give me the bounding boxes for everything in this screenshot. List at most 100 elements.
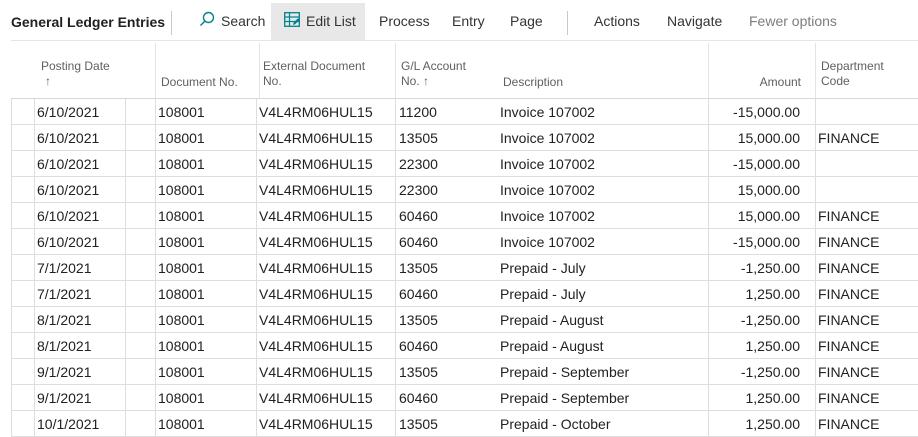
description-cell[interactable]: Invoice 107002 (497, 229, 707, 255)
description-cell[interactable]: Invoice 107002 (497, 203, 707, 229)
description-cell[interactable]: Invoice 107002 (497, 99, 707, 125)
table-row[interactable]: 9/1/2021 108001 V4L4RM06HUL15 13505 Prepaid … (11, 359, 918, 385)
table-row[interactable]: 9/1/2021 108001 V4L4RM06HUL15 60460 Prepaid … (11, 385, 918, 411)
gl-account-no-cell[interactable]: 60460 (396, 281, 496, 307)
department-code-cell[interactable]: FINANCE (815, 385, 918, 411)
posting-date-cell[interactable]: 6/10/2021 (34, 151, 124, 177)
description-cell[interactable]: Invoice 107002 (497, 151, 707, 177)
department-code-cell[interactable]: FINANCE (815, 281, 918, 307)
table-row[interactable]: 10/1/2021 108001 V4L4RM06HUL15 13505 Prepaid… (11, 411, 918, 437)
department-code-cell[interactable]: FINANCE (815, 229, 918, 255)
table-row[interactable]: 7/1/2021 108001 V4L4RM06HUL15 13505 Prepaid … (11, 255, 918, 281)
posting-date-cell[interactable]: 6/10/2021 (34, 203, 124, 229)
department-code-cell[interactable]: FINANCE (815, 359, 918, 385)
description-cell[interactable]: Invoice 107002 (497, 125, 707, 151)
amount-cell[interactable]: 1,250.00 (708, 333, 803, 359)
department-code-cell[interactable]: FINANCE (815, 411, 918, 437)
external-document-no-cell[interactable]: V4L4RM06HUL15 (256, 281, 391, 307)
gl-account-no-cell[interactable]: 11200 (396, 99, 496, 125)
column-header-posting-date[interactable]: Posting Date ↑ (38, 43, 128, 98)
gl-account-no-cell[interactable]: 13505 (396, 307, 496, 333)
table-row[interactable]: 6/10/2021 108001 V4L4RM06HUL15 22300 Invoice… (11, 177, 918, 203)
document-no-cell[interactable]: 108001 (155, 385, 255, 411)
gl-account-no-cell[interactable]: 60460 (396, 203, 496, 229)
document-no-cell[interactable]: 108001 (155, 411, 255, 437)
entry-menu[interactable]: Entry (452, 3, 485, 40)
external-document-no-cell[interactable]: V4L4RM06HUL15 (256, 177, 391, 203)
amount-cell[interactable]: -15,000.00 (708, 151, 803, 177)
document-no-cell[interactable]: 108001 (155, 151, 255, 177)
external-document-no-cell[interactable]: V4L4RM06HUL15 (256, 151, 391, 177)
amount-cell[interactable]: 15,000.00 (708, 203, 803, 229)
document-no-cell[interactable]: 108001 (155, 203, 255, 229)
document-no-cell[interactable]: 108001 (155, 177, 255, 203)
posting-date-cell[interactable]: 6/10/2021 (34, 229, 124, 255)
table-row[interactable]: 6/10/2021 108001 V4L4RM06HUL15 22300 Invoice… (11, 151, 918, 177)
description-cell[interactable]: Prepaid - September (497, 385, 707, 411)
table-row[interactable]: 6/10/2021 108001 V4L4RM06HUL15 60460 Invoice… (11, 203, 918, 229)
department-code-cell[interactable] (815, 99, 918, 125)
gl-account-no-cell[interactable]: 60460 (396, 229, 496, 255)
posting-date-cell[interactable]: 6/10/2021 (34, 99, 124, 125)
document-no-cell[interactable]: 108001 (155, 229, 255, 255)
table-row[interactable]: 6/10/2021 108001 V4L4RM06HUL15 13505 Invoice… (11, 125, 918, 151)
navigate-menu[interactable]: Navigate (667, 3, 722, 40)
external-document-no-cell[interactable]: V4L4RM06HUL15 (256, 411, 391, 437)
department-code-cell[interactable]: FINANCE (815, 125, 918, 151)
external-document-no-cell[interactable]: V4L4RM06HUL15 (256, 307, 391, 333)
table-row[interactable]: 6/10/2021 108001 V4L4RM06HUL15 60460 Invoice… (11, 229, 918, 255)
posting-date-cell[interactable]: 8/1/2021 (34, 307, 124, 333)
description-cell[interactable]: Prepaid - August (497, 307, 707, 333)
description-cell[interactable]: Prepaid - August (497, 333, 707, 359)
column-header-description[interactable]: Description (500, 43, 700, 98)
document-no-cell[interactable]: 108001 (155, 281, 255, 307)
description-cell[interactable]: Prepaid - July (497, 255, 707, 281)
column-header-department-code[interactable]: Department Code (818, 43, 918, 98)
gl-account-no-cell[interactable]: 13505 (396, 359, 496, 385)
gl-account-no-cell[interactable]: 13505 (396, 411, 496, 437)
external-document-no-cell[interactable]: V4L4RM06HUL15 (256, 229, 391, 255)
department-code-cell[interactable] (815, 151, 918, 177)
document-no-cell[interactable]: 108001 (155, 359, 255, 385)
amount-cell[interactable]: -1,250.00 (708, 307, 803, 333)
column-header-gl-account-no[interactable]: G/L Account No. ↑ (398, 43, 498, 98)
amount-cell[interactable]: 1,250.00 (708, 281, 803, 307)
amount-cell[interactable]: -1,250.00 (708, 255, 803, 281)
document-no-cell[interactable]: 108001 (155, 333, 255, 359)
amount-cell[interactable]: -1,250.00 (708, 359, 803, 385)
department-code-cell[interactable]: FINANCE (815, 307, 918, 333)
description-cell[interactable]: Invoice 107002 (497, 177, 707, 203)
gl-account-no-cell[interactable]: 60460 (396, 333, 496, 359)
amount-cell[interactable]: 15,000.00 (708, 125, 803, 151)
fewer-options-button[interactable]: Fewer options (749, 3, 837, 40)
posting-date-cell[interactable]: 7/1/2021 (34, 255, 124, 281)
document-no-cell[interactable]: 108001 (155, 125, 255, 151)
column-header-document-no[interactable]: Document No. (158, 43, 258, 98)
table-row[interactable]: 8/1/2021 108001 V4L4RM06HUL15 60460 Prepaid … (11, 333, 918, 359)
actions-menu[interactable]: Actions (594, 3, 640, 40)
department-code-cell[interactable]: FINANCE (815, 333, 918, 359)
description-cell[interactable]: Prepaid - July (497, 281, 707, 307)
department-code-cell[interactable] (815, 177, 918, 203)
column-header-external-document-no[interactable]: External Document No. (260, 43, 395, 98)
amount-cell[interactable]: -15,000.00 (708, 99, 803, 125)
department-code-cell[interactable]: FINANCE (815, 255, 918, 281)
document-no-cell[interactable]: 108001 (155, 307, 255, 333)
table-row[interactable]: 6/10/2021 108001 V4L4RM06HUL15 11200 Invoice… (11, 99, 918, 125)
external-document-no-cell[interactable]: V4L4RM06HUL15 (256, 125, 391, 151)
external-document-no-cell[interactable]: V4L4RM06HUL15 (256, 385, 391, 411)
document-no-cell[interactable]: 108001 (155, 99, 255, 125)
description-cell[interactable]: Prepaid - October (497, 411, 707, 437)
column-header-amount[interactable]: Amount (711, 43, 804, 98)
gl-account-no-cell[interactable]: 22300 (396, 151, 496, 177)
amount-cell[interactable]: 15,000.00 (708, 177, 803, 203)
posting-date-cell[interactable]: 6/10/2021 (34, 177, 124, 203)
gl-account-no-cell[interactable]: 13505 (396, 125, 496, 151)
search-button[interactable]: Search (199, 3, 265, 40)
external-document-no-cell[interactable]: V4L4RM06HUL15 (256, 359, 391, 385)
external-document-no-cell[interactable]: V4L4RM06HUL15 (256, 203, 391, 229)
edit-list-button[interactable]: Edit List (271, 3, 365, 40)
page-menu[interactable]: Page (510, 3, 543, 40)
amount-cell[interactable]: 1,250.00 (708, 385, 803, 411)
table-row[interactable]: 7/1/2021 108001 V4L4RM06HUL15 60460 Prepaid … (11, 281, 918, 307)
